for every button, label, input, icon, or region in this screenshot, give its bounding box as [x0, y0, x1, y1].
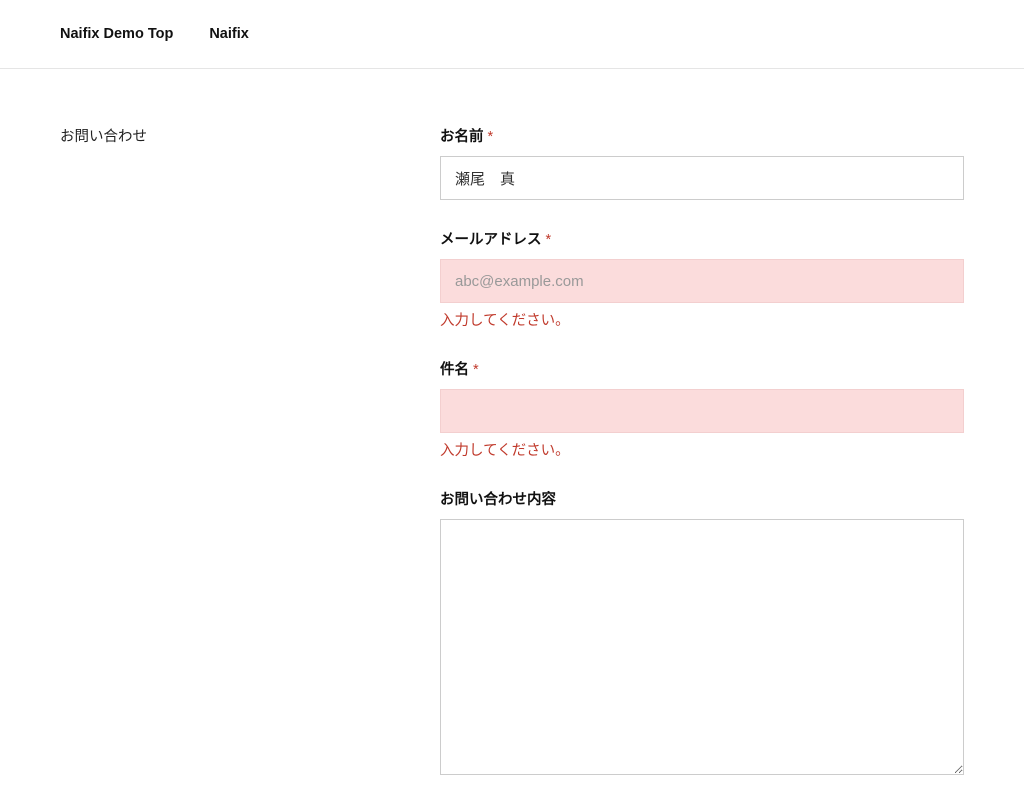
required-mark: *	[473, 362, 479, 378]
nav-link-demo-top[interactable]: Naifix Demo Top	[60, 26, 173, 42]
sidebar: お問い合わせ	[60, 125, 440, 808]
message-label-text: お問い合わせ内容	[440, 492, 556, 508]
email-error-message: 入力してください。	[440, 309, 964, 330]
message-label: お問い合わせ内容	[440, 488, 964, 509]
email-label-text: メールアドレス	[440, 232, 542, 248]
field-group-subject: 件名 * 入力してください。	[440, 358, 964, 460]
subject-label-text: 件名	[440, 362, 469, 378]
contact-form: お名前 * メールアドレス * 入力してください。 件名 * 入力してください。…	[440, 125, 964, 808]
field-group-name: お名前 *	[440, 125, 964, 200]
name-label: お名前 *	[440, 125, 964, 146]
name-label-text: お名前	[440, 129, 484, 145]
site-header: Naifix Demo Top Naifix	[0, 0, 1024, 69]
page-content: お問い合わせ お名前 * メールアドレス * 入力してください。 件名 * 入力…	[0, 69, 1024, 808]
subject-input[interactable]	[440, 389, 964, 433]
name-input[interactable]	[440, 156, 964, 200]
subject-error-message: 入力してください。	[440, 439, 964, 460]
required-mark: *	[488, 129, 494, 145]
required-mark: *	[546, 232, 552, 248]
email-input[interactable]	[440, 259, 964, 303]
page-title: お問い合わせ	[60, 125, 440, 146]
message-textarea[interactable]	[440, 519, 964, 775]
field-group-message: お問い合わせ内容	[440, 488, 964, 780]
subject-label: 件名 *	[440, 358, 964, 379]
email-label: メールアドレス *	[440, 228, 964, 249]
nav-link-naifix[interactable]: Naifix	[209, 26, 249, 42]
field-group-email: メールアドレス * 入力してください。	[440, 228, 964, 330]
